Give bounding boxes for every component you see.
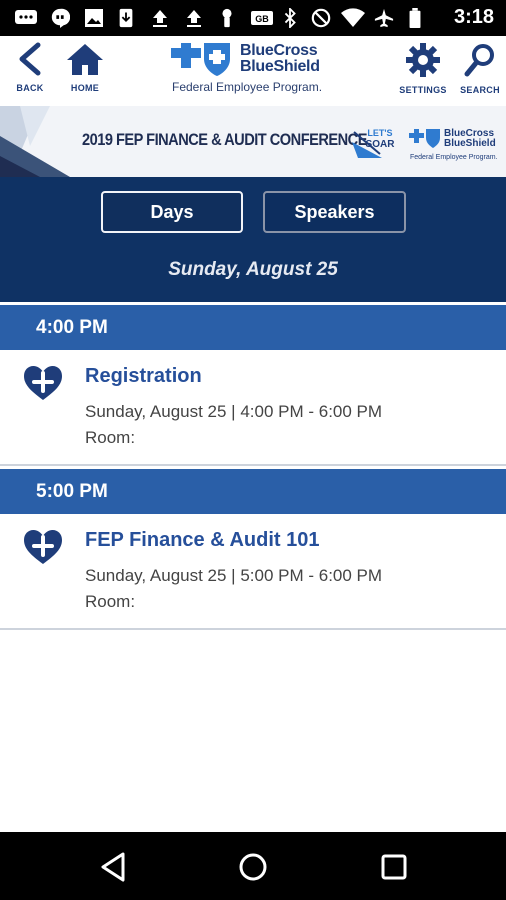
svg-text:SOAR: SOAR [366,139,396,150]
download-icon [119,8,133,28]
time-header: 4:00 PM [0,302,506,350]
status-time: 3:18 [453,6,494,28]
banner-title: 2019 FEP FINANCE & AUDIT CONFERENCE [82,130,367,149]
session-room: Room: [85,592,136,611]
upload-icon [153,10,167,27]
banner-logo-sub: Federal Employee Program. [410,154,498,161]
search-button[interactable]: SEARCH [458,42,502,95]
lets-soar-logo: LET'S SOAR [350,122,398,162]
search-icon [464,44,494,77]
svg-text:GB: GB [255,14,269,24]
session-item[interactable]: Registration Sunday, August 25 | 4:00 PM… [0,350,506,466]
banner-logo-line2: BlueShield [444,138,496,149]
svg-text:LET'S: LET'S [367,128,392,138]
home-icon [67,44,103,75]
gear-icon [406,43,440,77]
search-label: SEARCH [460,85,500,95]
back-label: BACK [16,83,44,93]
back-arrow-icon [19,42,41,76]
heart-plus-icon[interactable] [22,364,64,402]
soar-icon: LET'S SOAR [352,128,396,158]
settings-label: SETTINGS [399,85,447,95]
session-room: Room: [85,428,136,447]
airplane-icon [374,8,394,28]
session-datetime: Sunday, August 25 | 4:00 PM - 6:00 PM [85,402,383,421]
hangouts-icon [51,8,70,28]
conference-banner: 2019 FEP FINANCE & AUDIT CONFERENCE LET'… [0,106,506,177]
cross-shield-icon [171,43,230,76]
battery-icon [409,8,421,28]
speakers-tab[interactable]: Speakers [263,191,406,233]
session-title[interactable]: Registration [85,365,202,388]
back-button[interactable]: BACK [12,42,48,93]
back-triangle-icon[interactable] [97,850,131,884]
brand-subtitle: Federal Employee Program. [172,80,323,94]
wifi-icon [341,8,365,27]
heart-plus-icon[interactable] [22,528,64,566]
selected-day-label: Sunday, August 25 [168,259,338,280]
settings-button[interactable]: SETTINGS [398,42,448,95]
banner-bcbs-logo: BlueCross BlueShield Federal Employee Pr… [408,126,502,166]
time-header: 5:00 PM [0,466,506,514]
gallery-icon [85,9,103,27]
key-icon [222,8,232,28]
session-item[interactable]: FEP Finance & Audit 101 Sunday, August 2… [0,514,506,630]
brand-line2: BlueShield [240,58,320,75]
session-datetime: Sunday, August 25 | 5:00 PM - 6:00 PM [85,566,383,585]
session-title[interactable]: FEP Finance & Audit 101 [85,529,320,552]
messages-icon [15,10,37,24]
system-nav-bar [0,832,506,900]
home-circle-icon[interactable] [236,850,270,884]
bluetooth-icon [284,8,296,28]
days-tab[interactable]: Days [101,191,243,233]
home-label: HOME [70,83,100,93]
banner-cross-shield-icon [409,129,440,148]
banner-graphic [0,106,70,177]
app-header: BACK HOME BlueCross BlueShield Federal E… [0,36,506,106]
do-not-disturb-icon [311,8,331,28]
status-bar: GB 3:18 [0,0,506,36]
keyboard-icon: GB [251,11,273,25]
schedule-nav: Days Speakers Sunday, August 25 [0,177,506,302]
upload-icon [187,10,201,27]
recents-square-icon[interactable] [377,850,411,884]
session-list: 4:00 PM Registration Sunday, August 25 |… [0,302,506,630]
home-button[interactable]: HOME [64,42,106,93]
bcbs-logo: BlueCross BlueShield Federal Employee Pr… [168,40,348,100]
